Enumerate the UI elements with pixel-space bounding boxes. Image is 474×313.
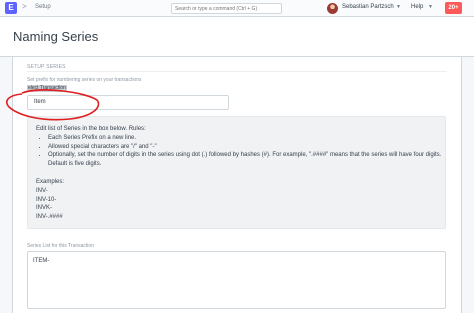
rule-item: Each Series Prefix on a new line. <box>48 134 445 143</box>
help-caret-icon[interactable]: ▼ <box>428 4 433 10</box>
breadcrumb-separator-icon: > <box>22 2 27 11</box>
section-divider <box>27 71 447 72</box>
help-menu[interactable]: Help <box>411 4 423 10</box>
select-transaction-field[interactable]: Item <box>27 95 229 110</box>
series-list-label: Series List for this Transaction <box>27 243 94 249</box>
page-title: Naming Series <box>13 29 99 44</box>
rules-list: Each Series Prefix on a new line. Allowe… <box>48 134 445 169</box>
search-input[interactable] <box>171 3 282 14</box>
series-list-textarea[interactable]: ITEM- <box>27 251 446 309</box>
example-line: INVK- <box>36 205 53 212</box>
user-menu-label[interactable]: Sebastian Partzsch <box>342 4 394 10</box>
select-transaction-label: elect Transaction <box>27 85 67 92</box>
rule-item: Optionally, set the number of digits in … <box>48 151 445 169</box>
rule-item: Allowed special characters are "/" and "… <box>48 143 445 152</box>
help-intro: Edit list of Series in the box below. Ru… <box>36 126 146 132</box>
breadcrumb-setup[interactable]: Setup <box>35 4 51 10</box>
section-description: Set prefix for numbering series on your … <box>27 77 142 83</box>
examples-title: Examples: <box>36 178 65 185</box>
app-logo[interactable]: E <box>5 2 17 14</box>
navbar: E > Setup Sebastian Partzsch ▼ Help ▼ 20… <box>0 0 474 17</box>
section-heading: SETUP SERIES <box>27 64 66 70</box>
avatar[interactable] <box>327 3 338 14</box>
example-line: INV-.#### <box>36 214 63 221</box>
help-box: Edit list of Series in the box below. Ru… <box>27 116 446 229</box>
example-line: INV-10- <box>36 196 57 203</box>
notifications-badge[interactable]: 20+ <box>445 2 462 14</box>
user-menu-caret-icon[interactable]: ▼ <box>396 4 401 10</box>
example-line: INV- <box>36 187 48 194</box>
